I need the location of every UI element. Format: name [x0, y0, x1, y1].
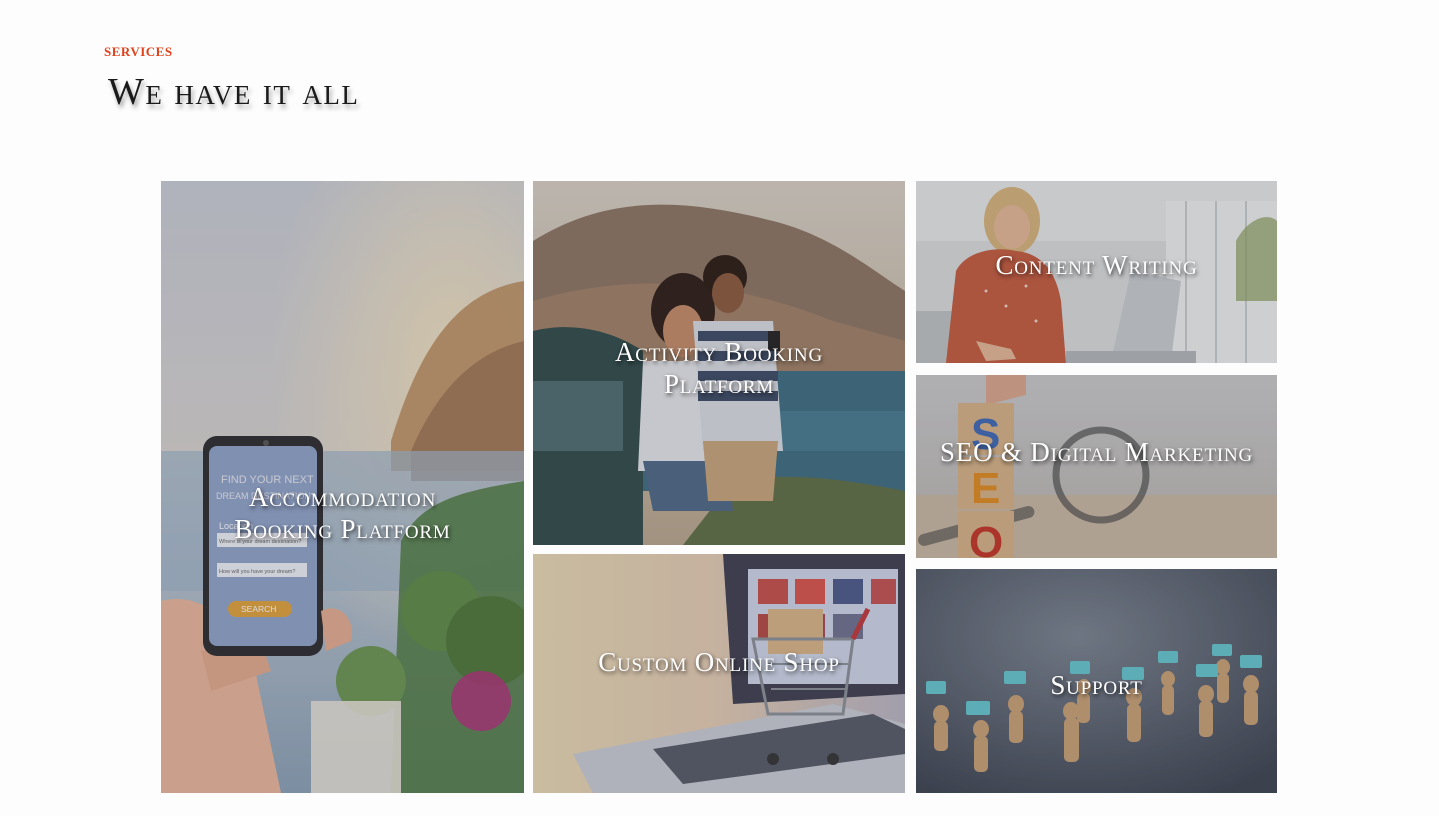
section-title: We have it all	[108, 71, 360, 113]
service-tile-label: Support	[1050, 670, 1143, 700]
service-tile-label: Accommodation Booking Platform	[234, 482, 451, 544]
service-tile-accommodation[interactable]: FIND YOUR NEXT DREAM DESTINATION Locatio…	[161, 181, 524, 793]
service-tile-label: Content Writing	[995, 250, 1198, 280]
service-tile-content-writing[interactable]: Content Writing	[916, 181, 1277, 363]
service-tile-label: Activity Booking Platform	[615, 337, 823, 399]
service-tile-activity[interactable]: Activity Booking Platform	[533, 181, 905, 545]
service-tile-label: SEO & Digital Marketing	[939, 437, 1254, 467]
service-tile-seo[interactable]: S E O SEO & Digital Marketing	[916, 375, 1277, 558]
service-tile-label: Custom Online Shop	[598, 647, 840, 677]
section-eyebrow: SERVICES	[104, 40, 173, 61]
service-tile-support[interactable]: Support	[916, 569, 1277, 793]
service-tile-online-shop[interactable]: Custom Online Shop	[533, 554, 905, 793]
